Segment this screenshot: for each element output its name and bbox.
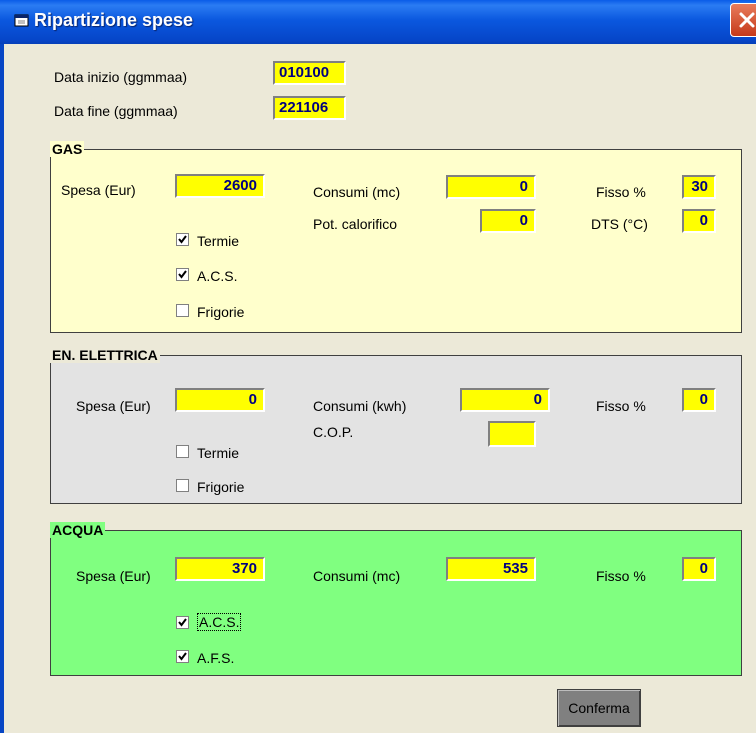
checkmark-icon [178,235,187,244]
end-date-input[interactable]: 221106 [273,96,346,120]
gas-group [50,149,742,333]
elettrica-frigorie-label: Frigorie [197,479,245,495]
acqua-group [50,530,742,676]
app-icon [14,14,29,27]
window-title: Ripartizione spese [34,10,194,30]
title-bar[interactable]: Ripartizione spese [0,0,756,44]
gas-termie-checkbox[interactable] [176,233,189,246]
elettrica-fisso-label: Fisso % [596,398,646,414]
elettrica-consumi-input[interactable]: 0 [460,388,550,412]
elettrica-termie-label: Termie [197,445,240,461]
gas-fisso-input[interactable]: 30 [682,175,716,199]
elettrica-fisso-input[interactable]: 0 [682,388,716,412]
elettrica-spesa-input[interactable]: 0 [175,388,265,412]
gas-frigorie-label: Frigorie [197,304,245,320]
elettrica-termie-checkbox[interactable] [176,445,189,458]
end-date-label: Data fine (ggmmaa) [54,103,178,119]
checkmark-icon [178,270,187,279]
close-button[interactable] [730,3,756,37]
elettrica-consumi-label: Consumi (kwh) [313,398,407,414]
acqua-afs-label: A.F.S. [197,650,235,666]
elettrica-cop-input[interactable] [488,421,536,447]
acqua-spesa-input[interactable]: 370 [175,557,265,581]
checkmark-icon [178,652,187,661]
elettrica-cop-label: C.O.P. [313,424,354,440]
gas-pot-input[interactable]: 0 [480,209,536,233]
gas-acs-checkbox[interactable] [176,268,189,281]
acqua-spesa-label: Spesa (Eur) [76,568,151,584]
acqua-fisso-input[interactable]: 0 [682,557,716,581]
start-date-label: Data inizio (ggmmaa) [54,69,188,85]
gas-consumi-label: Consumi (mc) [313,184,401,200]
acqua-acs-checkbox[interactable] [176,616,189,629]
acqua-acs-label: A.C.S. [196,613,242,631]
gas-frigorie-checkbox[interactable] [176,304,189,317]
acqua-afs-checkbox[interactable] [176,650,189,663]
gas-group-title: GAS [50,141,85,157]
window-frame [0,44,4,733]
acqua-group-title: ACQUA [50,522,106,538]
close-icon [739,12,755,28]
checkmark-icon [178,618,187,627]
elettrica-spesa-label: Spesa (Eur) [76,398,151,414]
gas-spesa-input[interactable]: 2600 [175,174,265,198]
gas-fisso-label: Fisso % [596,184,646,200]
acqua-fisso-label: Fisso % [596,568,646,584]
gas-pot-label: Pot. calorifico [313,216,398,232]
gas-consumi-input[interactable]: 0 [446,175,536,199]
dialog-window: Ripartizione spese Data inizio (ggmmaa) … [0,0,756,733]
gas-dts-label: DTS (°C) [591,216,648,232]
start-date-input[interactable]: 010100 [273,61,346,85]
gas-dts-input[interactable]: 0 [682,209,716,233]
acqua-consumi-input[interactable]: 535 [446,557,536,581]
elettrica-group [50,355,742,504]
elettrica-frigorie-checkbox[interactable] [176,479,189,492]
confirm-button[interactable]: Conferma [557,689,641,727]
gas-termie-label: Termie [197,233,240,249]
elettrica-group-title: EN. ELETTRICA [50,347,160,363]
gas-spesa-label: Spesa (Eur) [61,182,136,198]
gas-acs-label: A.C.S. [197,268,238,284]
acqua-consumi-label: Consumi (mc) [313,568,401,584]
